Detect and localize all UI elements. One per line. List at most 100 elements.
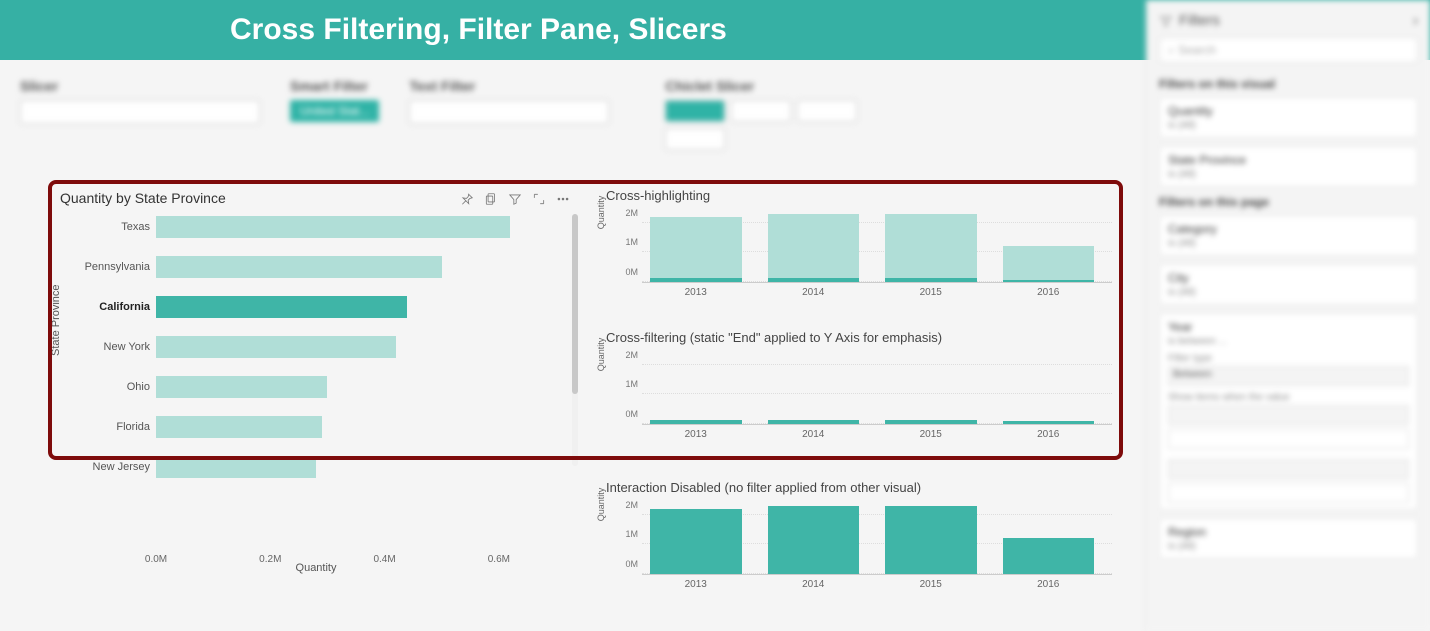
bar-category-label: New Jersey [60,461,156,473]
column-bar[interactable] [768,500,860,574]
report-canvas: Slicer Smart Filter United Stat... Text … [0,60,1146,631]
column-bar[interactable] [768,350,860,424]
chiclet-slicer[interactable] [665,100,865,150]
y-tick: 2M [625,500,638,510]
pin-icon[interactable] [460,190,474,206]
column-bar[interactable] [885,500,977,574]
x-tick: 2016 [1037,287,1059,298]
bar-category-label: Ohio [60,381,156,393]
x-tick: 2015 [920,287,942,298]
bar-rect[interactable] [156,256,442,278]
bar-category-label: Texas [60,221,156,233]
filter-condition-select-2[interactable] [1168,459,1409,479]
y-axis-label: Quantity [596,337,606,371]
bar-row[interactable]: Pennsylvania [156,256,442,278]
column-bar[interactable] [1003,350,1095,424]
filter-card[interactable]: Year is between ... Filter type Between … [1159,313,1418,510]
y-tick: 0M [625,267,638,277]
x-tick: 2014 [802,429,824,440]
bar-rect[interactable] [156,296,407,318]
column-bar[interactable] [650,208,742,282]
x-tick: 2013 [685,579,707,590]
bar-rect[interactable] [156,456,316,478]
smart-filter-chip[interactable]: United Stat... [290,100,379,122]
slicer-label: Slicer [20,78,260,94]
slicer-row: Slicer Smart Filter United Stat... Text … [0,60,1146,160]
search-icon: ⌕ [1168,43,1175,58]
bar-row[interactable]: Florida [156,416,322,438]
y-axis-label: Quantity [596,487,606,521]
bar-chart-scrollbar[interactable] [572,214,578,466]
text-filter-label: Text Filter [409,78,635,94]
y-tick: 1M [625,529,638,539]
x-tick: 2014 [802,579,824,590]
filter-value-input-2[interactable] [1168,483,1409,503]
column-bar[interactable] [885,208,977,282]
funnel-icon [1159,14,1173,28]
text-filter-input[interactable] [409,100,609,124]
x-tick: 2013 [685,429,707,440]
filter-type-select[interactable]: Between [1168,366,1409,386]
x-tick: 2014 [802,287,824,298]
column-bar[interactable] [650,500,742,574]
x-tick: 2015 [920,579,942,590]
eraser-icon[interactable] [615,100,635,120]
smart-filter-label: Smart Filter [290,78,379,94]
bar-chart-title: Quantity by State Province [60,190,226,206]
x-tick: 2016 [1037,429,1059,440]
bar-category-label: Pennsylvania [60,261,156,273]
collapse-icon[interactable]: › [1413,12,1418,29]
filter-card[interactable]: State Province is (All) [1159,146,1418,187]
x-tick: 2016 [1037,579,1059,590]
bar-row[interactable]: New Jersey [156,456,316,478]
filters-pane-title: Filters [1179,12,1220,29]
filters-section-visual: Filters on this visual [1159,77,1418,91]
column-bar[interactable] [650,350,742,424]
slicer-dropdown[interactable] [20,100,260,124]
interaction-disabled-chart[interactable]: Interaction Disabled (no filter applied … [606,480,1112,593]
column-bar[interactable] [1003,208,1095,282]
bar-rect[interactable] [156,376,327,398]
focus-mode-icon[interactable] [532,190,546,206]
chart-title: Interaction Disabled (no filter applied … [606,480,1112,495]
filter-card[interactable]: Region is (All) [1159,518,1418,559]
filters-pane[interactable]: Filters › ⌕ Search Filters on this visua… [1146,0,1430,631]
bar-rect[interactable] [156,416,322,438]
column-bar[interactable] [1003,500,1095,574]
more-options-icon[interactable] [556,190,570,206]
bar-row[interactable]: Texas [156,216,510,238]
y-tick: 1M [625,379,638,389]
bar-row[interactable]: New York [156,336,396,358]
cross-highlighting-chart[interactable]: Cross-highlighting 0M1M2MQuantity 201320… [606,188,1112,301]
y-tick: 2M [625,350,638,360]
bar-rect[interactable] [156,336,396,358]
chart-title: Cross-filtering (static "End" applied to… [606,330,1112,345]
filter-card[interactable]: City is (All) [1159,264,1418,305]
bar-chart-x-axis-label: Quantity [56,562,576,574]
page-title: Cross Filtering, Filter Pane, Slicers [230,13,727,47]
x-tick: 2013 [685,287,707,298]
y-tick: 1M [625,237,638,247]
bar-rect[interactable] [156,216,510,238]
filter-card[interactable]: Quantity is (All) [1159,97,1418,138]
bar-category-label: Florida [60,421,156,433]
filter-card[interactable]: Category is (All) [1159,215,1418,256]
y-tick: 0M [625,559,638,569]
filter-icon[interactable] [508,190,522,206]
column-bar[interactable] [768,208,860,282]
bar-row[interactable]: Ohio [156,376,327,398]
bar-row[interactable]: California [156,296,407,318]
filter-condition-select[interactable] [1168,405,1409,425]
filters-search[interactable]: ⌕ Search [1159,37,1418,63]
x-tick: 2015 [920,429,942,440]
copy-icon[interactable] [484,190,498,206]
bar-chart-card[interactable]: Quantity by State Province State Provinc… [56,186,576,588]
filter-value-input[interactable] [1168,429,1409,449]
y-tick: 2M [625,208,638,218]
cross-filtering-chart[interactable]: Cross-filtering (static "End" applied to… [606,330,1112,443]
y-tick: 0M [625,409,638,419]
chart-title: Cross-highlighting [606,188,1112,203]
column-bar[interactable] [885,350,977,424]
chiclet-slicer-label: Chiclet Slicer [665,78,865,94]
filters-section-page: Filters on this page [1159,195,1418,209]
